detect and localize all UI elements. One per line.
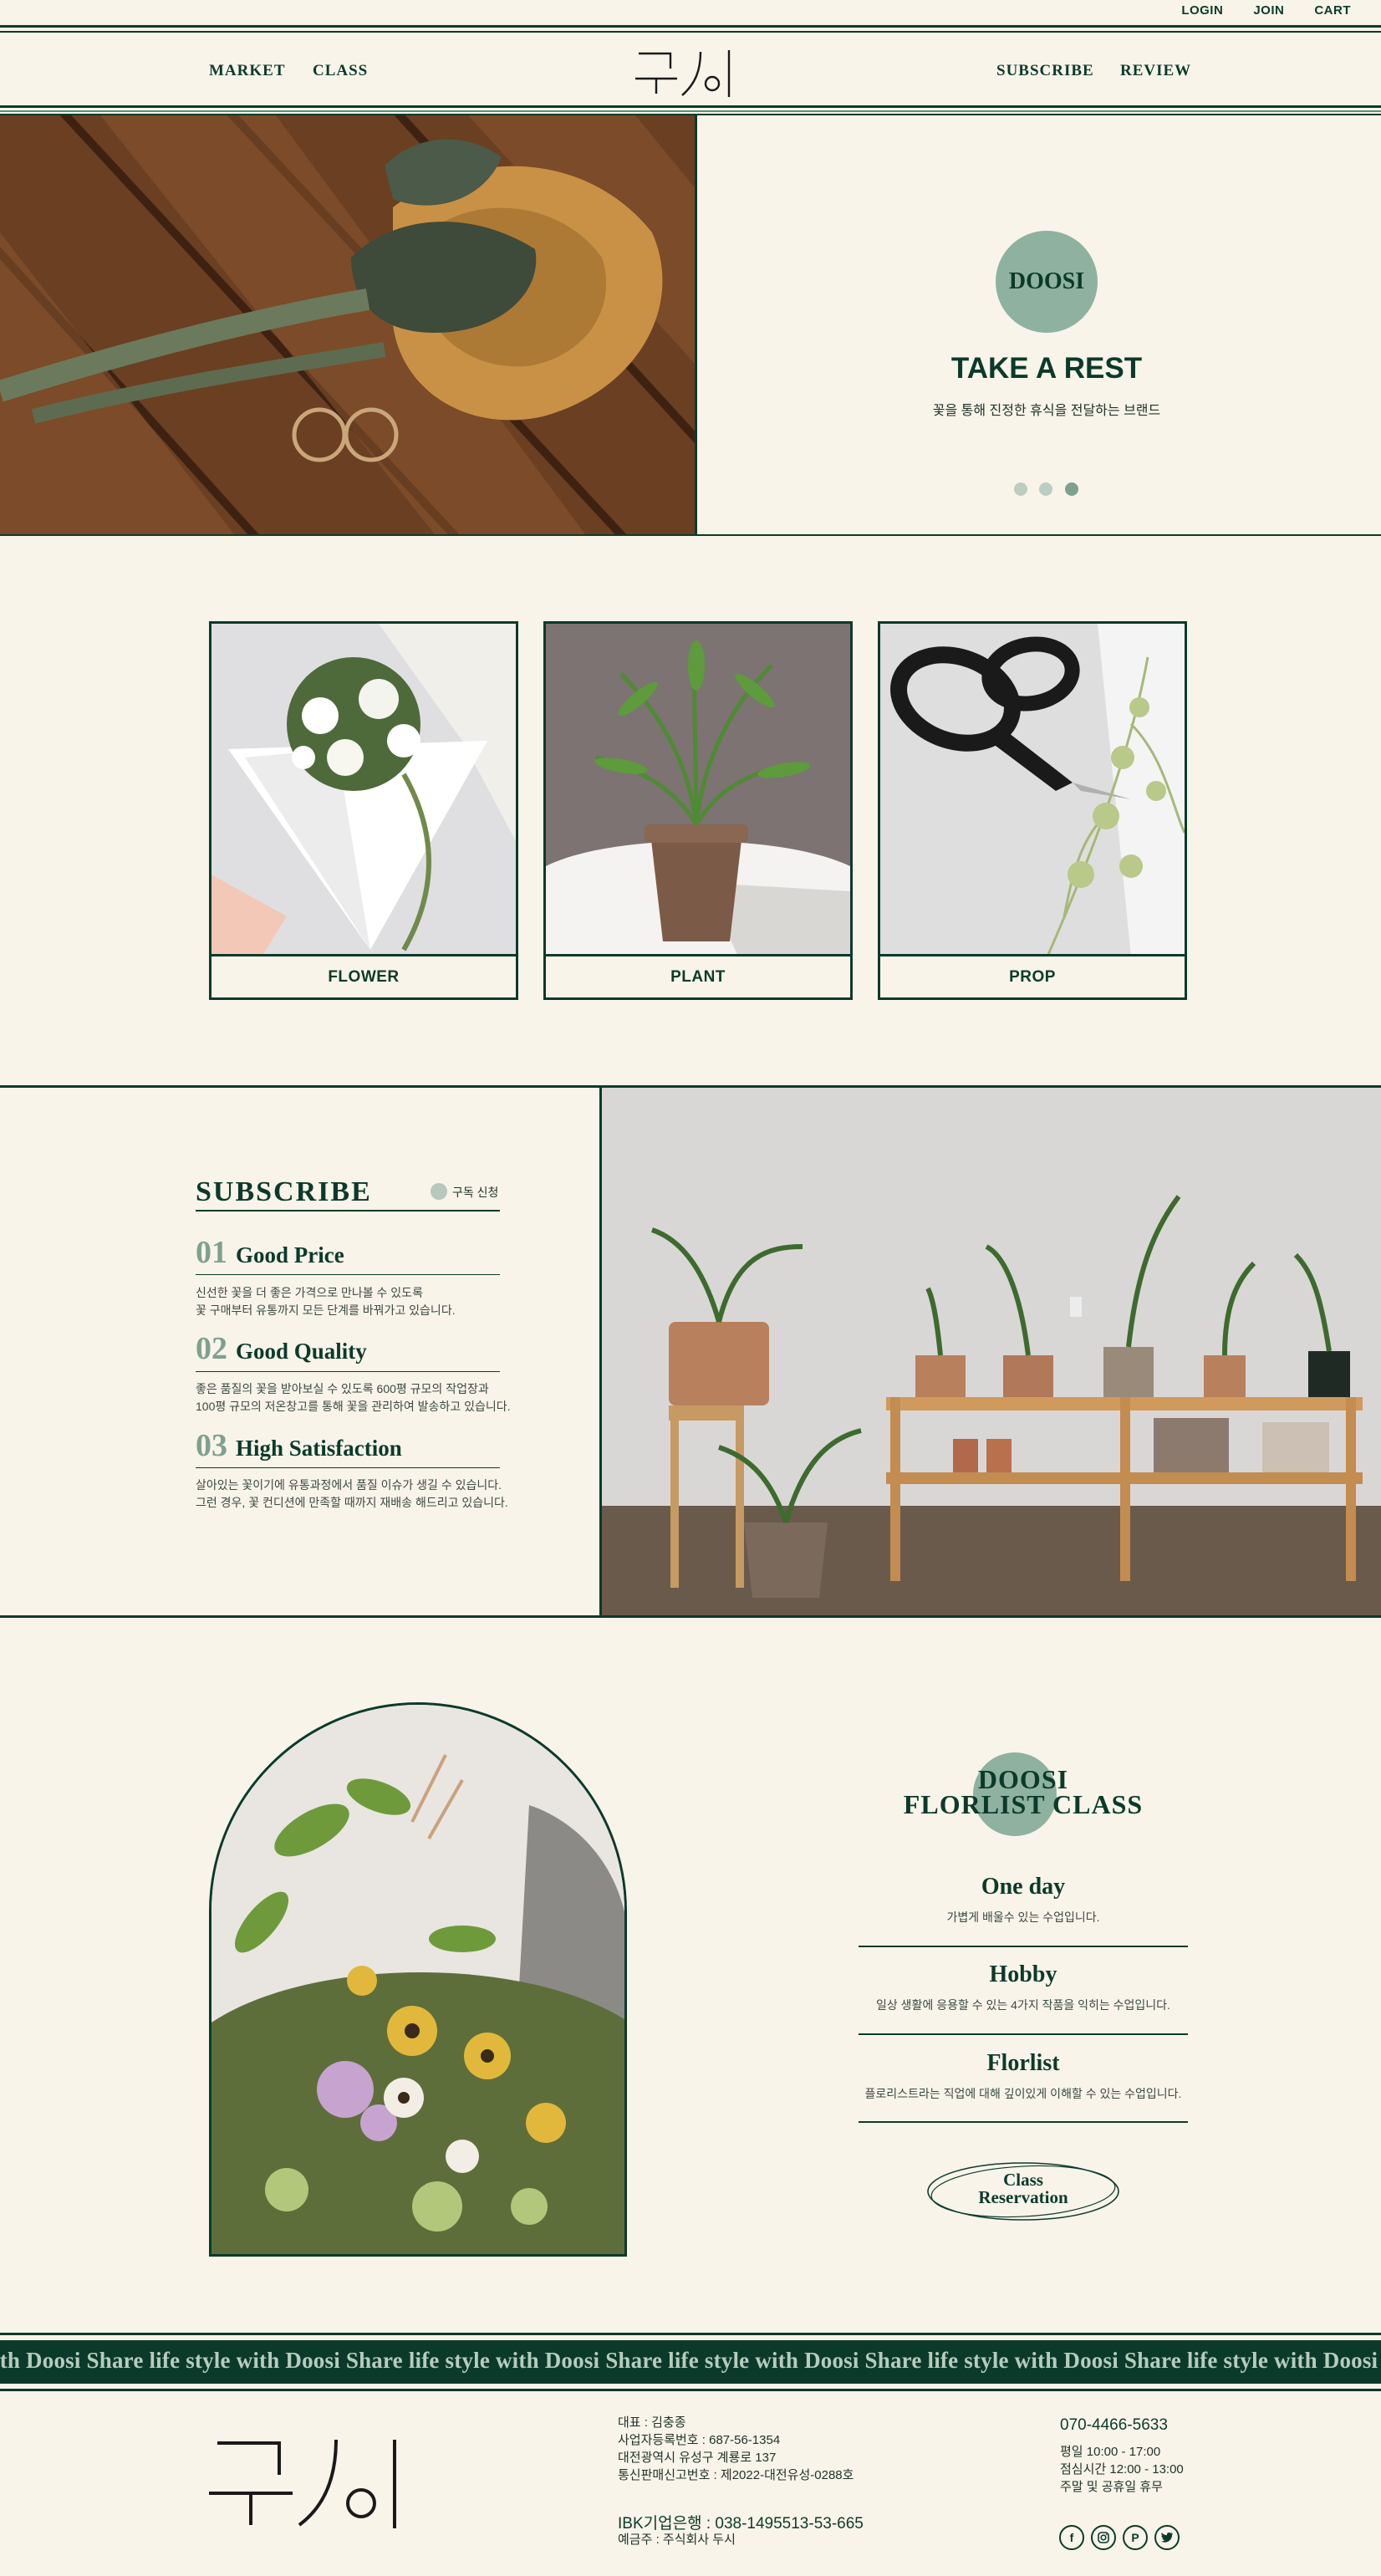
reservation-label-1: Class: [1003, 2170, 1043, 2190]
subscribe-photo: [599, 1088, 1381, 1615]
class-item-hobby[interactable]: Hobby 일상 생활에 응용할 수 있는 4가지 작품을 익히는 수업입니다.: [859, 1961, 1188, 2013]
slide-dot-2[interactable]: [1039, 482, 1052, 496]
divider: [859, 2121, 1188, 2123]
plant-image: [546, 624, 850, 956]
footer-hours: 평일 10:00 - 17:00 점심시간 12:00 - 13:00 주말 및…: [1060, 2445, 1184, 2494]
class-item-desc: 플로리스트라는 직업에 대해 깊이있게 이해할 수 있는 수업입니다.: [864, 2087, 1182, 2100]
instagram-icon[interactable]: [1091, 2525, 1116, 2550]
divider: [0, 2389, 1381, 2391]
footer-ceo: 대표 : 김충종: [618, 2415, 686, 2430]
feature-number: 03: [196, 1428, 227, 1463]
pinterest-icon[interactable]: P: [1123, 2525, 1148, 2550]
marquee-text: ith Doosi Share life style with Doosi Sh…: [0, 2348, 1381, 2373]
nav-review[interactable]: REVIEW: [1120, 62, 1191, 80]
category-label: PROP: [1009, 967, 1056, 986]
marquee-banner: ith Doosi Share life style with Doosi Sh…: [0, 2340, 1381, 2384]
subscribe-cta[interactable]: 구독 신청: [452, 1184, 498, 1201]
footer-holder: 예금주 : 주식회사 두시: [618, 2533, 736, 2547]
divider: [196, 1274, 500, 1275]
divider: [0, 31, 1381, 33]
feature-desc: 신선한 꽃을 더 좋은 가격으로 만나볼 수 있도록 꽃 구매부터 유통까지 모…: [196, 1286, 456, 1317]
footer-logo-mark: [209, 2439, 396, 2528]
join-link[interactable]: JOIN: [1253, 3, 1284, 18]
footer-address: 대전광역시 유성구 계룡로 137: [618, 2451, 777, 2465]
class-title: DOOSI FLORLIST CLASS: [903, 1764, 1144, 1819]
hero-image: [0, 115, 697, 534]
logo[interactable]: 두시: [635, 45, 744, 100]
divider: [859, 2033, 1188, 2035]
feature-title: High Satisfaction: [236, 1436, 402, 1461]
prop-image: [880, 624, 1185, 956]
divider: [0, 2333, 1381, 2335]
divider: [196, 1210, 500, 1211]
category-label: FLOWER: [328, 967, 400, 986]
top-links: LOGIN JOIN CART: [1181, 3, 1351, 18]
feature-good-quality: 02 Good Quality: [196, 1330, 367, 1367]
hero-section: [0, 114, 1381, 536]
class-arch-image: [209, 1702, 627, 2257]
feature-good-price: 01 Good Price: [196, 1234, 344, 1271]
class-item-florlist[interactable]: Florlist 플로리스트라는 직업에 대해 깊이있게 이해할 수 있는 수업…: [859, 2050, 1188, 2102]
slide-dot-3[interactable]: [1065, 482, 1078, 496]
category-card-plant[interactable]: PLANT: [543, 621, 853, 1000]
footer-logo[interactable]: [209, 2431, 426, 2532]
facebook-icon[interactable]: f: [1059, 2525, 1084, 2550]
divider: [0, 105, 1381, 108]
reservation-label-2: Reservation: [978, 2187, 1068, 2207]
feature-high-satisfaction: 03 High Satisfaction: [196, 1427, 402, 1464]
feature-desc: 좋은 품질의 꽃을 받아보실 수 있도록 600평 규모의 작업장과 100평 …: [196, 1382, 511, 1413]
feature-number: 01: [196, 1235, 227, 1270]
nav-class[interactable]: CLASS: [313, 62, 368, 80]
class-reservation-button[interactable]: Class Reservation: [925, 2158, 1121, 2225]
divider: [0, 25, 1381, 28]
class-item-desc: 가볍게 배울수 있는 수업입니다.: [946, 1910, 1100, 1924]
footer-biz-no: 사업자등록번호 : 687-56-1354: [618, 2433, 781, 2447]
footer-bank: IBK기업은행 : 038-1495513-53-665: [618, 2515, 864, 2533]
feature-number: 02: [196, 1331, 227, 1366]
class-item-title: Hobby: [989, 1961, 1057, 1987]
class-item-title: Florlist: [986, 2050, 1060, 2076]
slide-dot-1[interactable]: [1014, 482, 1027, 496]
feature-title: Good Quality: [236, 1339, 367, 1364]
class-item-desc: 일상 생활에 응용할 수 있는 4가지 작품을 익히는 수업입니다.: [876, 1998, 1170, 2012]
hero-badge: DOOSI: [996, 231, 1098, 333]
nav-subscribe[interactable]: SUBSCRIBE: [996, 62, 1094, 80]
divider: [196, 1467, 500, 1468]
flower-image: [211, 624, 516, 956]
hero-title: TAKE A REST: [950, 352, 1143, 385]
subscribe-cta-dot[interactable]: [431, 1183, 447, 1200]
category-card-prop[interactable]: PROP: [878, 621, 1187, 1000]
class-item-title: One day: [981, 1874, 1066, 1900]
divider: [859, 1946, 1188, 1947]
subscribe-title: SUBSCRIBE: [196, 1176, 372, 1207]
category-card-flower[interactable]: FLOWER: [209, 621, 518, 1000]
footer-company-info: 대표 : 김충종 사업자등록번호 : 687-56-1354 대전광역시 유성구…: [618, 2414, 854, 2484]
feature-title: Good Price: [236, 1242, 344, 1268]
divider: [196, 1371, 500, 1372]
login-link[interactable]: LOGIN: [1181, 3, 1223, 18]
twitter-icon[interactable]: [1154, 2525, 1180, 2550]
logo-mark: [635, 50, 731, 97]
cart-link[interactable]: CART: [1314, 3, 1351, 18]
hero-subtitle: 꽃을 통해 진정한 휴식을 전달하는 브랜드: [932, 404, 1161, 418]
category-label: PLANT: [670, 967, 726, 986]
class-item-one-day[interactable]: One day 가볍게 배울수 있는 수업입니다.: [859, 1874, 1188, 1926]
divider: [0, 110, 1381, 112]
nav-market[interactable]: MARKET: [209, 62, 286, 80]
feature-desc: 살아있는 꽃이기에 유통과정에서 품질 이슈가 생길 수 있습니다. 그런 경우…: [196, 1478, 508, 1509]
footer-mail-order: 통신판매신고번호 : 제2022-대전유성-0288호: [618, 2468, 854, 2482]
footer-phone[interactable]: 070-4466-5633: [1060, 2416, 1168, 2435]
